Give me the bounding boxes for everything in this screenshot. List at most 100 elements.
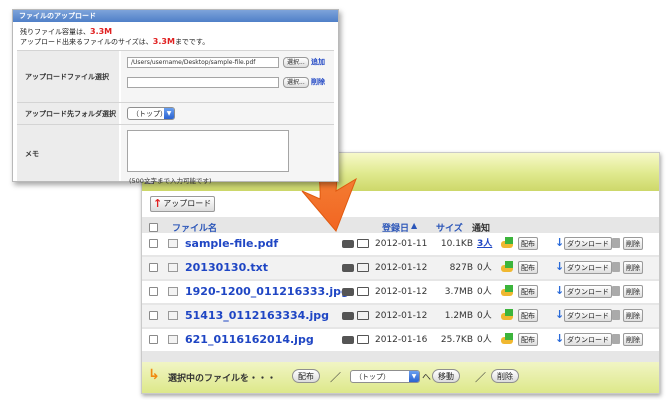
capacity-info: 残りファイル容量は、3.3M アップロード出来るファイルのサイズは、3.3Mまで… xyxy=(20,27,209,47)
max-size-suffix: までです。 xyxy=(174,38,210,46)
notify-count: 0人 xyxy=(477,311,492,321)
file-path-input-2[interactable] xyxy=(127,77,279,88)
download-button[interactable]: ダウンロード xyxy=(564,309,612,322)
file-date: 2012-01-11 xyxy=(375,239,428,249)
file-name-link[interactable]: 621_0116162014.jpg xyxy=(185,329,314,351)
file-icon xyxy=(168,287,178,296)
folder-select-value-cell: （トップ） ▼ xyxy=(121,103,334,124)
file-select-label: アップロードファイル選択 xyxy=(25,73,109,81)
file-size: 25.7KB xyxy=(440,335,473,345)
browse-button-1[interactable]: 選択... xyxy=(283,57,309,68)
bulk-move-button[interactable]: 移動 xyxy=(432,369,460,383)
trash-icon xyxy=(612,262,620,272)
up-arrow-icon: ↑ xyxy=(153,197,163,210)
upload-folder-value: （トップ） xyxy=(132,110,167,118)
file-date: 2012-01-16 xyxy=(375,335,428,345)
file-name-link[interactable]: sample-file.pdf xyxy=(185,233,278,255)
distribute-icon xyxy=(501,333,515,345)
add-file-link[interactable]: 追加 xyxy=(311,57,325,67)
sort-ascending-icon[interactable]: ▲ xyxy=(411,221,417,230)
delete-button[interactable]: 削除 xyxy=(623,237,643,250)
file-name-link[interactable]: 1920-1200_011216333.jpg xyxy=(185,281,349,303)
download-button[interactable]: ダウンロード xyxy=(564,261,612,274)
bulk-folder-select[interactable]: （トップ） ▼ xyxy=(350,370,420,383)
distribute-icon xyxy=(501,309,515,321)
table-row: 51413_0112163334.jpg 2012-01-12 1.2MB 0人… xyxy=(142,305,659,327)
file-name-link[interactable]: 51413_0112163334.jpg xyxy=(185,305,329,327)
row-checkbox[interactable] xyxy=(149,263,158,272)
distribute-icon xyxy=(501,237,515,249)
remove-file-link[interactable]: 削除 xyxy=(311,77,325,87)
distribute-button[interactable]: 配布 xyxy=(518,285,538,298)
memo-limit-note: (500文字まで入力可能です) xyxy=(129,177,212,185)
delete-button[interactable]: 削除 xyxy=(623,285,643,298)
turn-arrow-icon: ↳ xyxy=(148,367,160,383)
upload-folder-select[interactable]: （トップ） ▼ xyxy=(127,107,175,120)
camera-icon[interactable] xyxy=(342,288,354,296)
distribute-button[interactable]: 配布 xyxy=(518,261,538,274)
delete-button[interactable]: 削除 xyxy=(623,309,643,322)
book-icon[interactable] xyxy=(357,311,369,320)
bulk-distribute-button[interactable]: 配布 xyxy=(292,369,320,383)
book-icon[interactable] xyxy=(357,287,369,296)
upload-panel: ファイルのアップロード 残りファイル容量は、3.3M アップロード出来るファイル… xyxy=(12,9,339,185)
folder-select-row: アップロード先フォルダ選択 （トップ） ▼ xyxy=(17,102,334,124)
file-icon xyxy=(168,263,178,272)
camera-icon[interactable] xyxy=(342,240,354,248)
memo-row: メモ (500文字まで入力可能です) xyxy=(17,124,334,185)
delete-button[interactable]: 削除 xyxy=(623,261,643,274)
select-all-checkbox[interactable] xyxy=(149,223,158,232)
file-date: 2012-01-12 xyxy=(375,311,428,321)
file-size: 1.2MB xyxy=(444,311,473,321)
download-button[interactable]: ダウンロード xyxy=(564,237,612,250)
book-icon[interactable] xyxy=(357,263,369,272)
file-select-label-cell: アップロードファイル選択 xyxy=(17,51,119,102)
table-row: sample-file.pdf 2012-01-11 10.1KB 3人 配布 … xyxy=(142,233,659,255)
distribute-icon xyxy=(501,261,515,273)
distribute-button[interactable]: 配布 xyxy=(518,237,538,250)
row-checkbox[interactable] xyxy=(149,311,158,320)
table-row: 1920-1200_011216333.jpg 2012-01-12 3.7MB… xyxy=(142,281,659,303)
memo-textarea[interactable] xyxy=(127,130,289,172)
row-checkbox[interactable] xyxy=(149,287,158,296)
camera-icon[interactable] xyxy=(342,312,354,320)
file-icon xyxy=(168,239,178,248)
distribute-button[interactable]: 配布 xyxy=(518,309,538,322)
file-icon xyxy=(168,335,178,344)
chevron-down-icon: ▼ xyxy=(409,371,419,382)
distribute-button[interactable]: 配布 xyxy=(518,333,538,346)
file-size: 3.7MB xyxy=(444,287,473,297)
upload-button-label: アップロード xyxy=(163,199,212,208)
download-button[interactable]: ダウンロード xyxy=(564,333,612,346)
table-row: 621_0116162014.jpg 2012-01-16 25.7KB 0人 … xyxy=(142,329,659,351)
download-arrow-icon: ↓ xyxy=(555,260,565,273)
bulk-delete-button[interactable]: 削除 xyxy=(491,369,519,383)
camera-icon[interactable] xyxy=(342,336,354,344)
memo-label-cell: メモ xyxy=(17,125,119,181)
file-select-value-cell: /Users/username/Desktop/sample-file.pdf … xyxy=(121,51,334,102)
book-icon[interactable] xyxy=(357,335,369,344)
trash-icon xyxy=(612,334,620,344)
max-size-label: アップロード出来るファイルのサイズは、 xyxy=(20,38,153,46)
memo-label: メモ xyxy=(25,150,39,158)
row-checkbox[interactable] xyxy=(149,239,158,248)
file-date: 2012-01-12 xyxy=(375,263,428,273)
notify-count-link[interactable]: 3人 xyxy=(477,233,492,255)
trash-icon xyxy=(612,238,620,248)
separator: ／ xyxy=(475,371,486,384)
file-size: 10.1KB xyxy=(440,239,473,249)
file-name-link[interactable]: 20130130.txt xyxy=(185,257,268,279)
file-path-input-1[interactable]: /Users/username/Desktop/sample-file.pdf xyxy=(127,57,279,68)
upload-button[interactable]: ↑ アップロード xyxy=(150,196,216,212)
book-icon[interactable] xyxy=(357,239,369,248)
browse-button-2[interactable]: 選択... xyxy=(283,77,309,88)
remaining-capacity: 3.3M xyxy=(90,27,113,36)
download-button[interactable]: ダウンロード xyxy=(564,285,612,298)
delete-button[interactable]: 削除 xyxy=(623,333,643,346)
upload-panel-title: ファイルのアップロード xyxy=(13,10,338,22)
row-checkbox[interactable] xyxy=(149,335,158,344)
notify-count: 0人 xyxy=(477,287,492,297)
file-date: 2012-01-12 xyxy=(375,287,428,297)
table-row: 20130130.txt 2012-01-12 827B 0人 配布 ↓ ダウン… xyxy=(142,257,659,279)
camera-icon[interactable] xyxy=(342,264,354,272)
